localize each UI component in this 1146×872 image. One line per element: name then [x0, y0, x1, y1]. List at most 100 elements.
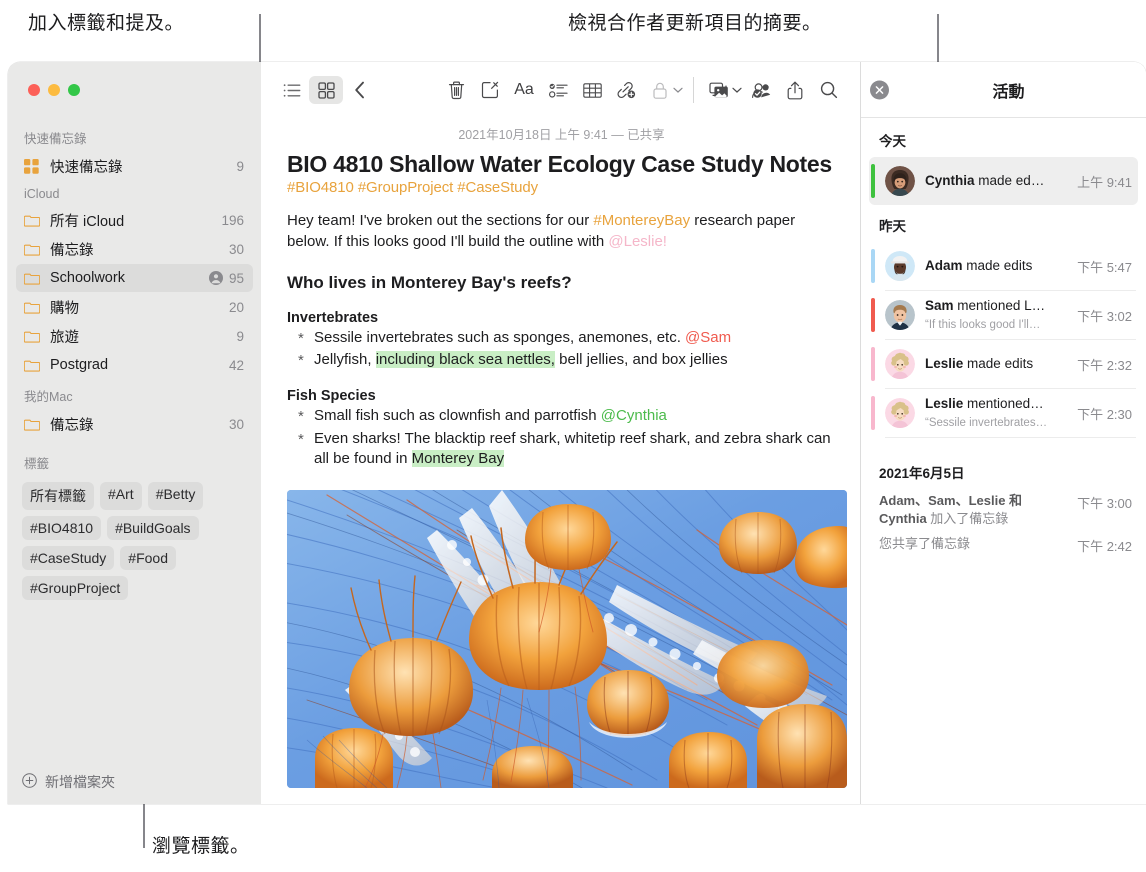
avatar	[885, 166, 915, 196]
activity-detail: “If this looks good I'll…	[925, 319, 1041, 331]
sidebar-item-count: 9	[236, 328, 244, 344]
activity-item-cynthia[interactable]: Cynthia made ed… 上午 9:41	[869, 157, 1138, 205]
lock-chevron-down-icon[interactable]	[673, 87, 685, 94]
sidebar-item-travel[interactable]: 旅遊 9	[16, 322, 253, 350]
sidebar-section-title-quicknote: 快速備忘錄	[24, 132, 87, 146]
gallery-view-icon[interactable]	[309, 76, 343, 104]
format-Aa-icon[interactable]: Aa	[507, 76, 541, 104]
activity-time: 下午 3:02	[1077, 308, 1132, 324]
note-content: 2021年10月18日 上午 9:41 — 已共享 BIO 4810 Shall…	[261, 118, 860, 804]
bullet-text: Even sharks! The blacktip reef shark, wh…	[314, 429, 831, 468]
back-chevron-icon[interactable]	[343, 76, 377, 104]
tag-chip-food[interactable]: #Food	[120, 546, 176, 570]
callout-tags-mentions: 加入標籤和提及。	[28, 13, 185, 34]
tag-chip-groupproject[interactable]: #GroupProject	[22, 576, 129, 600]
activity-item-sam[interactable]: Sam mentioned L… “If this looks good I'l…	[869, 291, 1138, 339]
tag-chip-casestudy[interactable]: #CaseStudy	[22, 546, 115, 570]
sidebar-item-count: 20	[228, 299, 244, 315]
checklist-icon[interactable]	[541, 76, 575, 104]
inline-mention-cynthia[interactable]: @Cynthia	[601, 407, 667, 424]
tag-chip-buildgoals[interactable]: #BuildGoals	[107, 516, 199, 540]
sidebar-item-label: Schoolwork	[50, 270, 125, 286]
close-icon[interactable]	[870, 80, 889, 99]
folder-icon	[24, 214, 44, 227]
bullet-list-invertebrates: Sessile invertebrates such as sponges, a…	[287, 328, 836, 372]
tag-chip-art[interactable]: #Art	[100, 482, 142, 510]
media-chevron-down-icon[interactable]	[732, 87, 744, 94]
activity-older-rest: 加入了備忘錄	[926, 510, 1009, 526]
activity-text: Leslie mentioned… “Sessile invertebrates…	[925, 395, 1077, 431]
inline-mention-leslie[interactable]: @Leslie!	[608, 233, 667, 250]
lock-icon[interactable]	[643, 76, 677, 104]
media-icon[interactable]	[702, 76, 736, 104]
sidebar: 快速備忘錄 快速備忘錄 9 iCloud 所有 iCloud 196 備忘錄 3…	[8, 62, 261, 804]
activity-older-rest: 您共享了備忘錄	[879, 536, 971, 552]
activity-time: 上午 9:41	[1077, 174, 1132, 190]
compose-note-icon[interactable]	[473, 76, 507, 104]
activity-time: 下午 5:47	[1077, 259, 1132, 275]
folder-icon	[24, 418, 44, 431]
note-title: BIO 4810 Shallow Water Ecology Case Stud…	[287, 151, 832, 177]
activity-title: 活動	[992, 83, 1025, 101]
inline-tag-montereybay[interactable]: #MontereyBay	[593, 212, 690, 229]
avatar	[885, 398, 915, 428]
activity-person-name: Cynthia	[925, 173, 975, 188]
sidebar-item-quicknote[interactable]: 快速備忘錄 9	[16, 152, 253, 180]
bullet-text: Jellyfish,	[314, 351, 376, 369]
sidebar-item-label: 購物	[50, 300, 79, 317]
activity-older-entry-shared: 您共享了備忘錄 下午 2:42	[861, 531, 1146, 559]
sidebar-item-notes-mymac[interactable]: 備忘錄 30	[16, 410, 253, 438]
sidebar-item-count: 30	[228, 241, 244, 257]
activity-item-leslie-mentioned[interactable]: Leslie mentioned… “Sessile invertebrates…	[869, 389, 1138, 437]
note-date-line: 2021年10月18日 上午 9:41 — 已共享	[458, 128, 665, 142]
jellyfish-photo[interactable]	[287, 490, 847, 789]
list-item: Sessile invertebrates such as sponges, a…	[287, 328, 836, 349]
table-icon[interactable]	[575, 76, 609, 104]
sidebar-item-shopping[interactable]: 購物 20	[16, 293, 253, 321]
sidebar-item-notes-icloud[interactable]: 備忘錄 30	[16, 235, 253, 263]
activity-header: 活動	[861, 62, 1146, 118]
link-add-icon[interactable]	[609, 76, 643, 104]
sidebar-item-schoolwork[interactable]: Schoolwork 95	[16, 264, 253, 292]
activity-item-adam[interactable]: Adam made edits 下午 5:47	[869, 242, 1138, 290]
activity-time: 下午 3:00	[1077, 496, 1132, 511]
folder-icon	[24, 243, 44, 256]
share-icon[interactable]	[778, 76, 812, 104]
add-collaborator-icon[interactable]	[744, 76, 778, 104]
activity-item-leslie-edits[interactable]: Leslie made edits 下午 2:32	[869, 340, 1138, 388]
plus-circle-icon	[22, 773, 37, 791]
activity-text: Sam mentioned L… “If this looks good I'l…	[925, 297, 1077, 333]
inline-mention-sam[interactable]: @Sam	[685, 329, 731, 346]
activity-time: 下午 2:30	[1077, 406, 1132, 422]
activity-action: made edits	[967, 356, 1034, 371]
folder-icon	[24, 359, 44, 372]
sidebar-section-title-icloud: iCloud	[24, 187, 60, 201]
close-window-button[interactable]	[28, 84, 40, 96]
bullet-text-post: bell jellies, and box jellies	[554, 351, 728, 369]
zoom-window-button[interactable]	[68, 84, 80, 96]
search-icon[interactable]	[812, 76, 846, 104]
activity-action: made edits	[966, 258, 1033, 273]
sidebar-section-title-mymac: 我的Mac	[24, 390, 73, 404]
highlighted-text: Monterey Bay	[411, 450, 505, 468]
callout-browse-tags: 瀏覽標籤。	[152, 836, 250, 857]
list-view-icon[interactable]	[275, 76, 309, 104]
sidebar-item-all-icloud[interactable]: 所有 iCloud 196	[16, 206, 253, 234]
list-item: Even sharks! The blacktip reef shark, wh…	[287, 429, 836, 470]
activity-line: Leslie mentioned…	[925, 396, 1044, 411]
tag-chip-bio4810[interactable]: #BIO4810	[22, 516, 102, 540]
avatar	[885, 349, 915, 379]
minimize-window-button[interactable]	[48, 84, 60, 96]
tag-chip-betty[interactable]: #Betty	[147, 482, 204, 510]
add-folder-button[interactable]: 新增檔案夾	[8, 760, 261, 804]
activity-color-bar	[871, 347, 875, 381]
bullet-text: Sessile invertebrates such as sponges, a…	[314, 328, 686, 346]
sidebar-item-count: 9	[236, 158, 244, 174]
trash-icon[interactable]	[439, 76, 473, 104]
activity-text: Cynthia made ed…	[925, 172, 1077, 190]
sidebar-item-postgrad[interactable]: Postgrad 42	[16, 351, 253, 379]
activity-line: Adam made edits	[925, 258, 1032, 273]
tag-chip-all[interactable]: 所有標籤	[22, 482, 94, 510]
add-folder-label: 新增檔案夾	[45, 774, 115, 790]
activity-list: 今天 Cynthia made ed… 上午 9:41 昨天 Adam made…	[861, 118, 1146, 804]
